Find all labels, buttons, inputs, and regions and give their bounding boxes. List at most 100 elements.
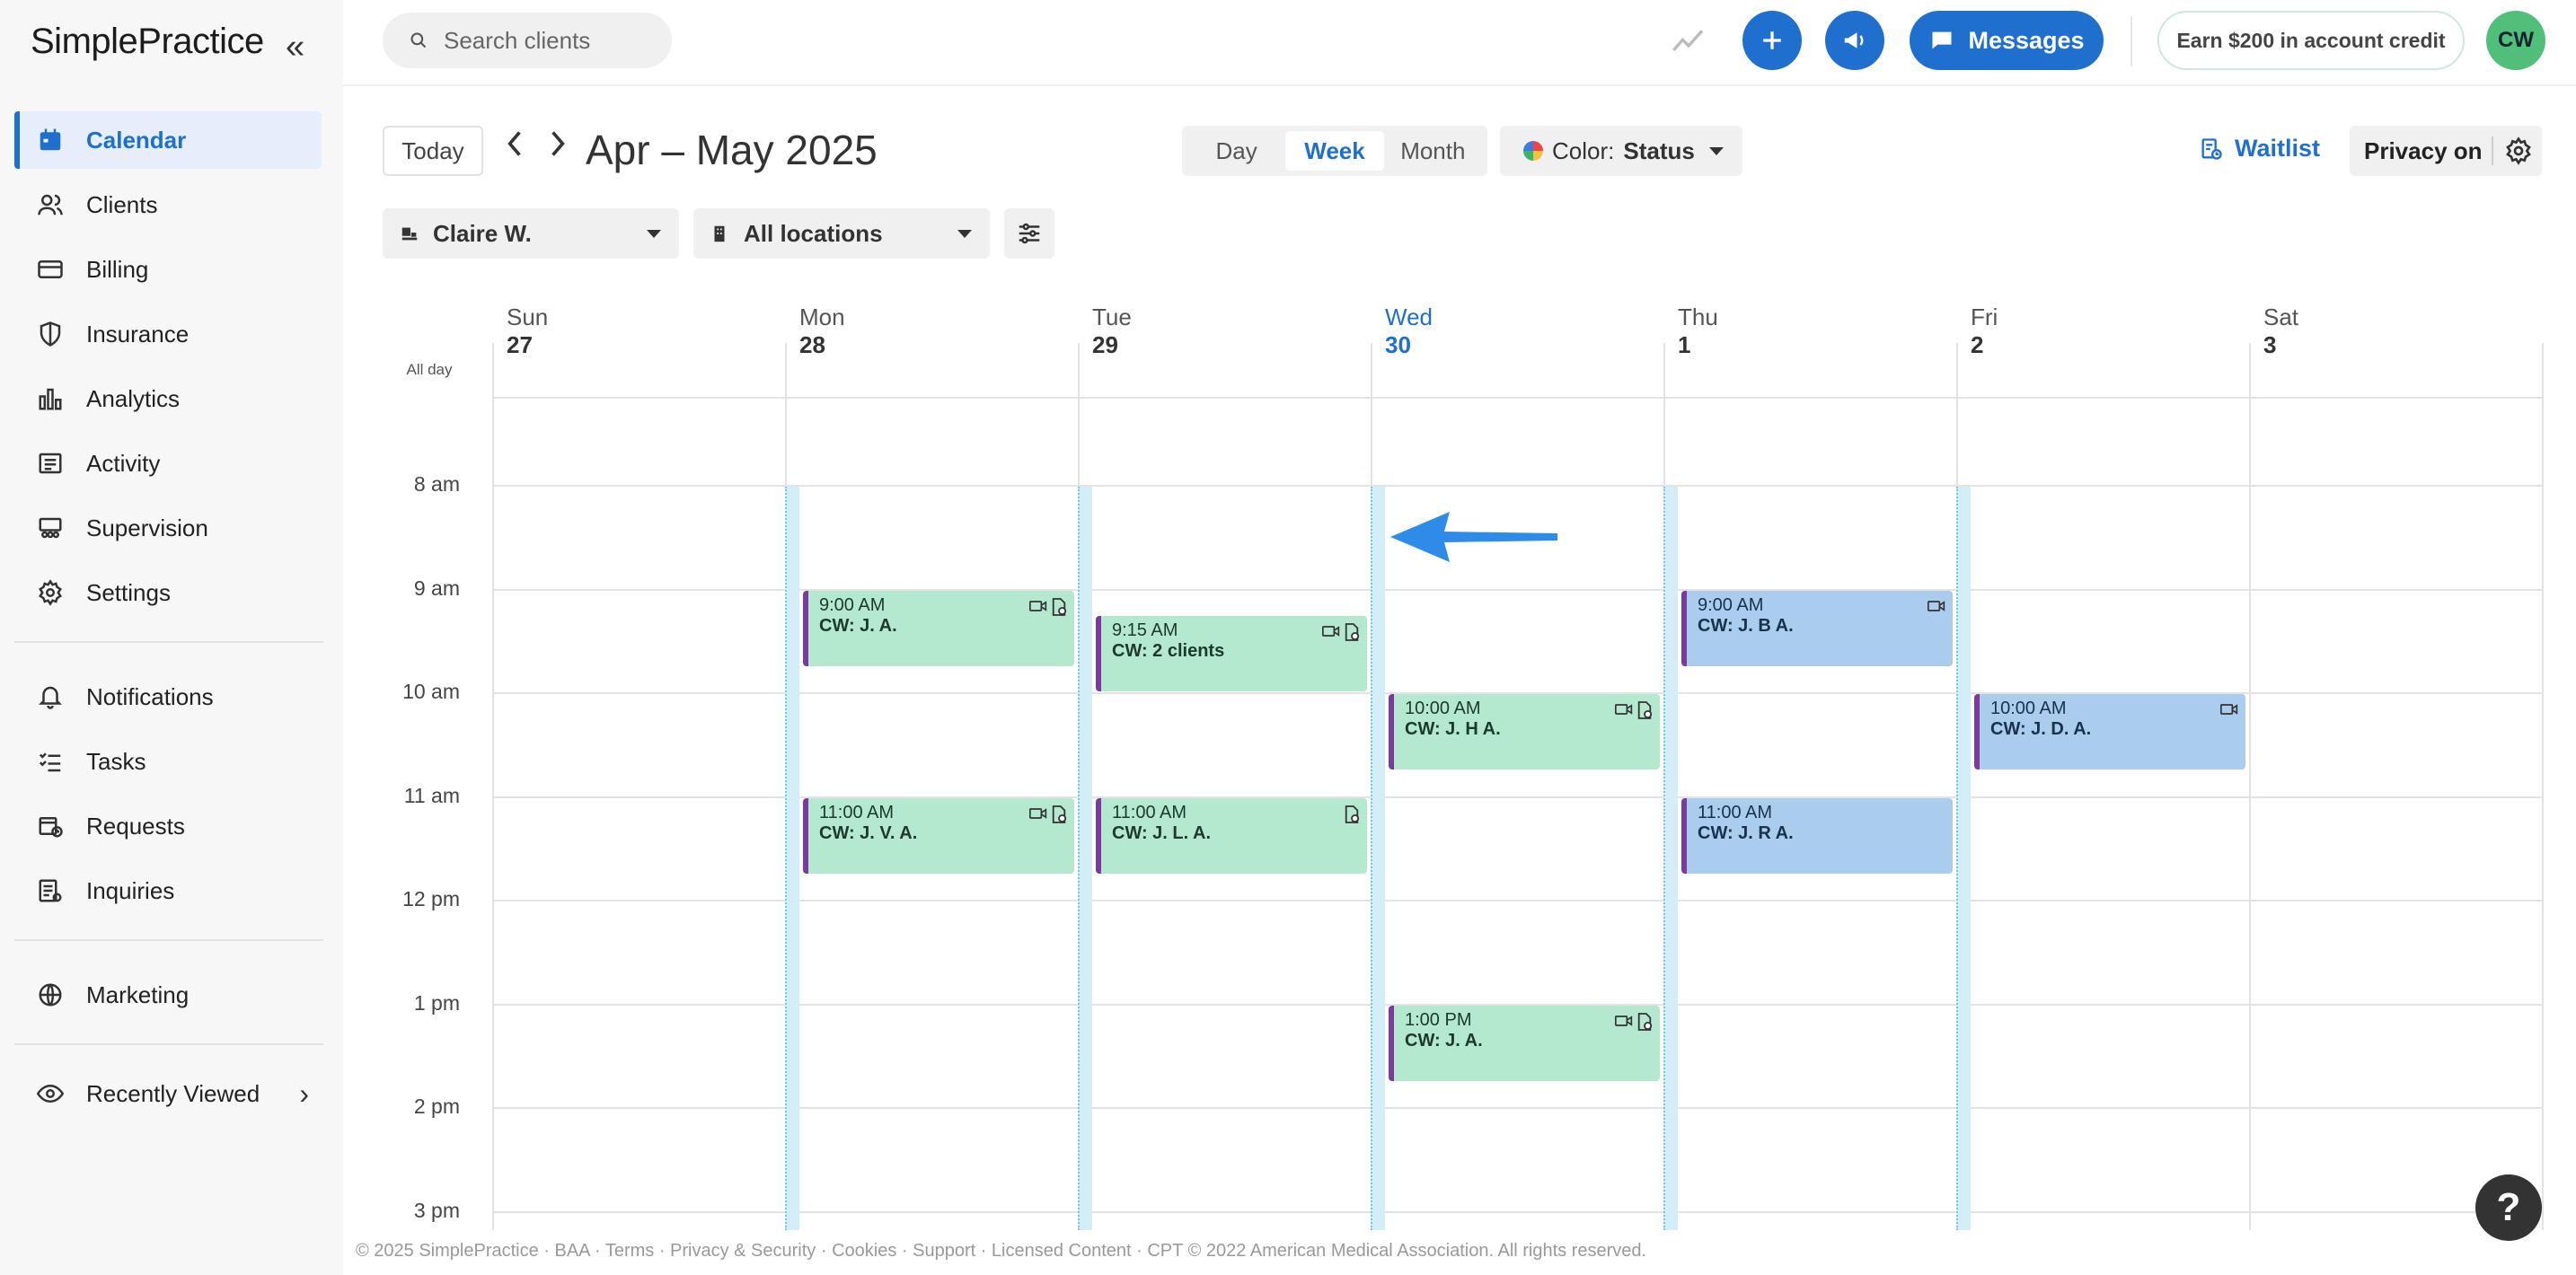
appointment-icons [1344, 805, 1360, 829]
color-prefix: Color: [1552, 136, 1615, 164]
day-header[interactable]: Sun 27 [507, 303, 548, 359]
appointment-card[interactable]: 11:00 AM CW: J. V. A. [803, 798, 1074, 874]
footer-text: © 2025 SimplePractice · BAA · Terms · Pr… [356, 1241, 1647, 1261]
video-icon [1928, 598, 1945, 619]
appointment-card[interactable]: 10:00 AM CW: J. D. A. [1974, 694, 2245, 769]
sidebar-item-label: Insurance [86, 320, 190, 347]
waitlist-link[interactable]: Waitlist [2199, 135, 2320, 163]
sidebar-item-calendar[interactable]: Calendar [14, 111, 322, 169]
sidebar-item-insurance[interactable]: Insurance [14, 305, 322, 363]
day-header[interactable]: Thu 1 [1678, 303, 1718, 359]
availability-band [1078, 487, 1092, 1230]
simplepractice-logo[interactable]: SimplePractice [31, 22, 264, 62]
appointment-icons [1615, 701, 1653, 725]
appointment-card[interactable]: 11:00 AM CW: J. R A. [1681, 798, 1953, 874]
clinician-dropdown[interactable]: Claire W. [383, 208, 679, 259]
hour-line [492, 1211, 2544, 1213]
sidebar-item-billing[interactable]: Billing [14, 241, 322, 298]
globe-icon [14, 981, 86, 1008]
tasks-icon [14, 748, 86, 775]
privacy-divider [2492, 136, 2493, 165]
appointment-card[interactable]: 10:00 AM CW: J. H A. [1389, 694, 1660, 769]
day-header[interactable]: Sat 3 [2263, 303, 2298, 359]
video-icon [1322, 623, 1340, 646]
view-week-tab[interactable]: Week [1285, 131, 1384, 171]
day-header[interactable]: Wed 30 [1385, 303, 1433, 359]
help-button[interactable]: ? [2475, 1174, 2542, 1241]
appointment-title: CW: J. D. A. [1990, 719, 2092, 739]
sidebar-item-recently-viewed[interactable]: Recently Viewed › [14, 1065, 322, 1122]
day-number: 29 [1092, 331, 1118, 358]
clients-icon [14, 191, 86, 218]
messages-button[interactable]: Messages [1910, 11, 2104, 70]
sidebar-item-label: Analytics [86, 384, 181, 412]
appointment-card[interactable]: 9:00 AM CW: J. B A. [1681, 591, 1953, 666]
day-of-week: Sat [2263, 303, 2299, 330]
sidebar-item-label: Notifications [86, 682, 214, 710]
sidebar-item-supervision[interactable]: Supervision [14, 499, 322, 557]
appointment-card[interactable]: 1:00 PM CW: J. A. [1389, 1006, 1660, 1081]
day-header[interactable]: Tue 29 [1092, 303, 1132, 359]
hour-label: 9 am [413, 576, 460, 600]
appointment-title: CW: J. B A. [1698, 616, 1794, 636]
shield-icon [14, 321, 86, 347]
today-button[interactable]: Today [383, 126, 483, 176]
hour-line [492, 796, 2544, 798]
sidebar-item-inquiries[interactable]: Inquiries [14, 862, 322, 919]
previous-week-button[interactable] [505, 128, 525, 168]
day-of-week: Wed [1385, 303, 1433, 330]
video-icon [2220, 701, 2238, 722]
day-header[interactable]: Fri 2 [1971, 303, 1998, 359]
video-icon [1615, 701, 1633, 725]
sidebar-item-clients[interactable]: Clients [14, 176, 322, 233]
bar-chart-icon [14, 385, 86, 412]
availability-band [1371, 487, 1385, 1230]
privacy-label: Privacy on [2364, 136, 2483, 164]
privacy-toggle[interactable]: Privacy on [2350, 126, 2542, 176]
day-number: 28 [799, 331, 825, 358]
grid-top-line [492, 397, 2544, 399]
collapse-sidebar-icon[interactable]: « [286, 29, 304, 65]
view-month-tab[interactable]: Month [1384, 131, 1482, 171]
color-wheel-icon [1523, 141, 1543, 161]
date-range-title: Apr – May 2025 [586, 127, 878, 173]
chevron-left-icon [507, 131, 521, 156]
document-icon [1051, 805, 1067, 829]
add-button[interactable] [1742, 11, 1802, 70]
sidebar-item-activity[interactable]: Activity [14, 435, 322, 492]
hour-line [492, 1107, 2544, 1109]
appointment-card[interactable]: 11:00 AM CW: J. L. A. [1096, 798, 1367, 874]
earn-credit-button[interactable]: Earn $200 in account credit [2157, 11, 2465, 70]
filter-settings-button[interactable] [1004, 208, 1054, 259]
appointment-icons [1029, 598, 1067, 621]
sidebar-item-settings[interactable]: Settings [14, 564, 322, 621]
sidebar-item-marketing[interactable]: Marketing [14, 966, 322, 1024]
day-header[interactable]: Mon 28 [799, 303, 845, 359]
appointment-card[interactable]: 9:00 AM CW: J. A. [803, 591, 1074, 666]
user-avatar[interactable]: CW [2486, 11, 2545, 70]
day-column-divider [2542, 343, 2544, 1230]
sidebar-item-label: Recently Viewed [86, 1079, 260, 1107]
next-week-button[interactable] [548, 128, 568, 168]
trend-chart-icon[interactable] [1669, 23, 1708, 59]
appointment-time: 11:00 AM [1698, 803, 1773, 822]
document-icon [1344, 805, 1360, 829]
location-dropdown[interactable]: All locations [693, 208, 990, 259]
appointment-icons [1029, 805, 1067, 829]
view-day-tab[interactable]: Day [1187, 131, 1285, 171]
appointment-card[interactable]: 9:15 AM CW: 2 clients [1096, 616, 1367, 691]
search-input[interactable] [444, 26, 659, 55]
color-by-dropdown[interactable]: Color: Status [1500, 126, 1742, 176]
sidebar-item-label: Marketing [86, 980, 190, 1008]
day-of-week: Thu [1678, 303, 1718, 330]
announcements-button[interactable] [1825, 11, 1884, 70]
search-box[interactable] [383, 13, 672, 68]
sidebar-item-requests[interactable]: Requests [14, 797, 322, 855]
sidebar-item-notifications[interactable]: Notifications [14, 668, 322, 725]
hour-line [492, 589, 2544, 591]
hour-label: 12 pm [402, 887, 460, 910]
sidebar-item-analytics[interactable]: Analytics [14, 370, 322, 427]
gear-icon[interactable] [2504, 136, 2533, 165]
sidebar-item-tasks[interactable]: Tasks [14, 733, 322, 790]
activity-list-icon [14, 450, 86, 477]
